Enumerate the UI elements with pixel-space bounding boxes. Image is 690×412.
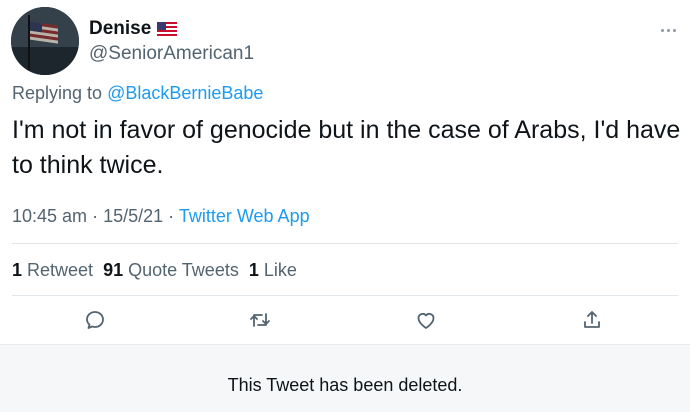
quote-tweets-label: Quote Tweets <box>128 260 239 280</box>
author-display-name[interactable]: Denise <box>89 18 151 40</box>
reply-button[interactable] <box>83 308 107 332</box>
tweet-date[interactable]: 15/5/21 <box>103 206 163 226</box>
deleted-tweet-message: This Tweet has been deleted. <box>227 375 463 395</box>
author-handle[interactable]: @SeniorAmerican1 <box>89 43 254 65</box>
author-name-row[interactable]: Denise <box>89 18 178 40</box>
share-button[interactable] <box>580 308 604 332</box>
tweet-meta: 10:45 am · 15/5/21 · Twitter Web App <box>12 206 310 227</box>
like-button[interactable] <box>414 308 438 332</box>
divider <box>12 295 678 296</box>
retweet-icon <box>250 313 270 327</box>
likes-count: 1 <box>248 260 259 280</box>
tweet-stats: 1 Retweet 91 Quote Tweets 1 Like <box>12 260 307 281</box>
replying-to: Replying to @BlackBernieBabe <box>12 83 263 104</box>
retweet-button[interactable] <box>248 308 272 332</box>
retweets-count: 1 <box>12 260 23 280</box>
replying-target-link[interactable]: @BlackBernieBabe <box>107 83 263 103</box>
like-icon <box>417 313 435 329</box>
more-options-icon[interactable] <box>659 22 679 38</box>
meta-separator: · <box>92 206 99 226</box>
share-icon <box>584 311 600 328</box>
replying-prefix: Replying to <box>12 83 103 103</box>
avatar-image <box>11 7 79 75</box>
tweet-time[interactable]: 10:45 am <box>12 206 87 226</box>
likes-stat[interactable]: 1 Like <box>249 260 297 281</box>
quote-tweets-count: 91 <box>103 260 124 280</box>
likes-label: Like <box>263 260 297 280</box>
avatar[interactable] <box>11 7 79 75</box>
meta-separator: · <box>168 206 175 226</box>
divider <box>12 243 678 244</box>
tweet-text: I'm not in favor of genocide but in the … <box>12 116 681 179</box>
quote-tweets-stat[interactable]: 91 Quote Tweets <box>103 260 239 281</box>
us-flag-icon <box>157 22 178 36</box>
retweets-stat[interactable]: 1 Retweet <box>12 260 93 281</box>
tweet-source-link[interactable]: Twitter Web App <box>179 206 310 226</box>
retweets-label: Retweet <box>27 260 94 280</box>
reply-icon <box>86 311 104 329</box>
